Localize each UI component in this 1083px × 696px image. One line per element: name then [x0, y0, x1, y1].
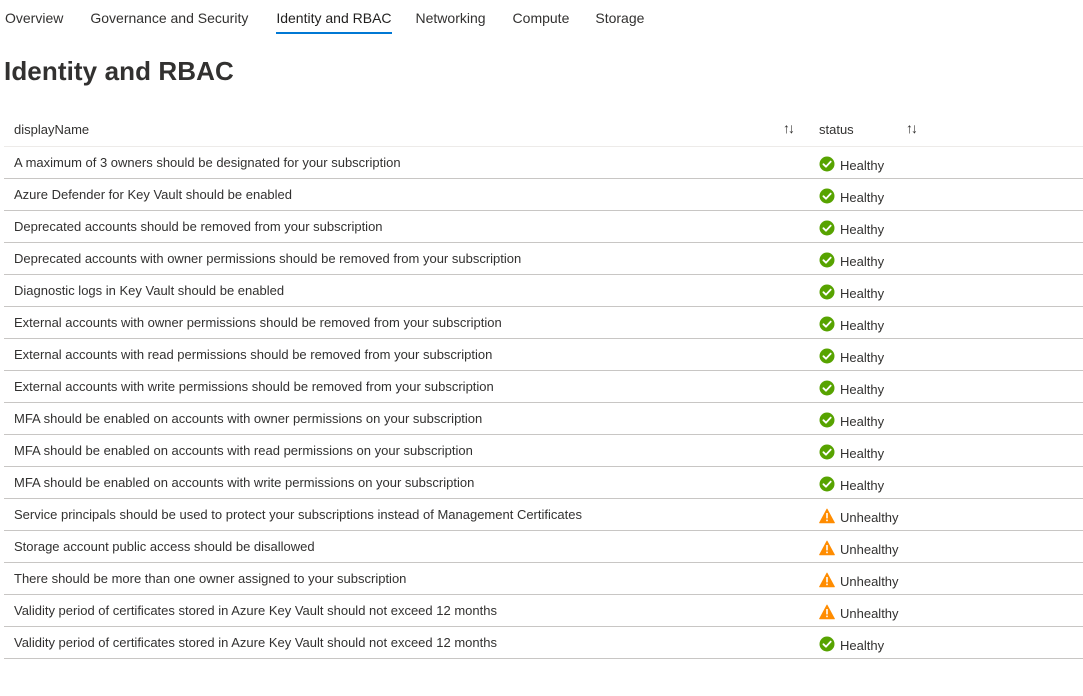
table-row[interactable]: Deprecated accounts should be removed fr… — [4, 211, 1083, 243]
row-display-name: External accounts with write permissions… — [14, 379, 494, 394]
status-label: Healthy — [840, 285, 885, 301]
table-row[interactable]: MFA should be enabled on accounts with w… — [4, 467, 1083, 499]
check-circle-icon — [819, 444, 835, 460]
check-circle-icon — [819, 316, 835, 332]
check-circle-icon — [819, 252, 835, 268]
table-row[interactable]: Diagnostic logs in Key Vault should be e… — [4, 275, 1083, 307]
tab-networking[interactable]: Networking — [416, 0, 486, 34]
table-row[interactable]: Validity period of certificates stored i… — [4, 595, 1083, 627]
status-cell: Healthy — [819, 251, 885, 269]
status-cell: Unhealthy — [819, 571, 899, 589]
table-row[interactable]: Azure Defender for Key Vault should be e… — [4, 179, 1083, 211]
row-display-name: Storage account public access should be … — [14, 539, 315, 554]
table-row[interactable]: Validity period of certificates stored i… — [4, 627, 1083, 659]
check-circle-icon — [819, 636, 835, 652]
warning-triangle-icon — [819, 508, 835, 524]
status-cell: Healthy — [819, 379, 885, 397]
row-display-name: MFA should be enabled on accounts with o… — [14, 411, 483, 426]
status-cell: Unhealthy — [819, 539, 899, 557]
row-display-name: There should be more than one owner assi… — [14, 571, 407, 586]
row-display-name: Validity period of certificates stored i… — [14, 603, 497, 618]
table-row[interactable]: Storage account public access should be … — [4, 531, 1083, 563]
tab-governance-and-security[interactable]: Governance and Security — [90, 0, 248, 34]
tab-bar: Overview Governance and Security Identit… — [0, 0, 644, 36]
row-display-name: MFA should be enabled on accounts with r… — [14, 443, 473, 458]
table-body: A maximum of 3 owners should be designat… — [4, 147, 1083, 659]
row-display-name: Deprecated accounts should be removed fr… — [14, 219, 383, 234]
status-label: Healthy — [840, 349, 885, 365]
status-label: Healthy — [840, 413, 885, 429]
check-circle-icon — [819, 220, 835, 236]
check-circle-icon — [819, 476, 835, 492]
table-row[interactable]: External accounts with read permissions … — [4, 339, 1083, 371]
sort-icon[interactable]: ↑↓ — [783, 120, 795, 136]
status-cell: Healthy — [819, 411, 885, 429]
table-row[interactable]: Deprecated accounts with owner permissio… — [4, 243, 1083, 275]
row-display-name: MFA should be enabled on accounts with w… — [14, 475, 475, 490]
row-display-name: Service principals should be used to pro… — [14, 507, 582, 522]
status-label: Healthy — [840, 477, 885, 493]
table-row[interactable]: There should be more than one owner assi… — [4, 563, 1083, 595]
column-header-displayname[interactable]: displayName — [14, 122, 89, 137]
status-label: Healthy — [840, 317, 885, 333]
page-title: Identity and RBAC — [4, 56, 234, 86]
table-row[interactable]: A maximum of 3 owners should be designat… — [4, 147, 1083, 179]
status-cell: Healthy — [819, 219, 885, 237]
status-cell: Unhealthy — [819, 603, 899, 621]
status-cell: Unhealthy — [819, 507, 899, 525]
status-label: Healthy — [840, 381, 885, 397]
warning-triangle-icon — [819, 572, 835, 588]
row-display-name: Diagnostic logs in Key Vault should be e… — [14, 283, 285, 298]
status-label: Unhealthy — [840, 541, 899, 557]
status-label: Healthy — [840, 221, 885, 237]
status-label: Healthy — [840, 253, 885, 269]
tab-storage[interactable]: Storage — [595, 0, 644, 34]
check-circle-icon — [819, 284, 835, 300]
row-display-name: A maximum of 3 owners should be designat… — [14, 155, 401, 170]
row-display-name: External accounts with owner permissions… — [14, 315, 502, 330]
table-row[interactable]: External accounts with write permissions… — [4, 371, 1083, 403]
warning-triangle-icon — [819, 604, 835, 620]
status-label: Unhealthy — [840, 605, 899, 621]
status-cell: Healthy — [819, 155, 885, 173]
check-circle-icon — [819, 156, 835, 172]
check-circle-icon — [819, 188, 835, 204]
row-display-name: Azure Defender for Key Vault should be e… — [14, 187, 292, 202]
column-header-status[interactable]: status — [819, 122, 854, 137]
results-table: displayName ↑↓ status ↑↓ A maximum of 3 … — [4, 112, 1083, 659]
status-label: Healthy — [840, 157, 885, 173]
check-circle-icon — [819, 380, 835, 396]
tab-overview[interactable]: Overview — [5, 0, 63, 34]
status-cell: Healthy — [819, 283, 885, 301]
status-label: Healthy — [840, 445, 885, 461]
tab-compute[interactable]: Compute — [513, 0, 570, 34]
table-row[interactable]: MFA should be enabled on accounts with o… — [4, 403, 1083, 435]
check-circle-icon — [819, 348, 835, 364]
status-label: Unhealthy — [840, 573, 899, 589]
table-header: displayName ↑↓ status ↑↓ — [4, 112, 1083, 147]
row-display-name: External accounts with read permissions … — [14, 347, 493, 362]
sort-icon[interactable]: ↑↓ — [906, 120, 918, 136]
table-row[interactable]: Service principals should be used to pro… — [4, 499, 1083, 531]
status-cell: Healthy — [819, 635, 885, 653]
status-cell: Healthy — [819, 475, 885, 493]
tab-identity-and-rbac[interactable]: Identity and RBAC — [276, 0, 392, 34]
table-row[interactable]: MFA should be enabled on accounts with r… — [4, 435, 1083, 467]
status-label: Unhealthy — [840, 509, 899, 525]
status-cell: Healthy — [819, 347, 885, 365]
status-cell: Healthy — [819, 187, 885, 205]
status-label: Healthy — [840, 637, 885, 653]
warning-triangle-icon — [819, 540, 835, 556]
status-cell: Healthy — [819, 315, 885, 333]
status-cell: Healthy — [819, 443, 885, 461]
table-row[interactable]: External accounts with owner permissions… — [4, 307, 1083, 339]
check-circle-icon — [819, 412, 835, 428]
status-label: Healthy — [840, 189, 885, 205]
row-display-name: Deprecated accounts with owner permissio… — [14, 251, 522, 266]
row-display-name: Validity period of certificates stored i… — [14, 635, 497, 650]
